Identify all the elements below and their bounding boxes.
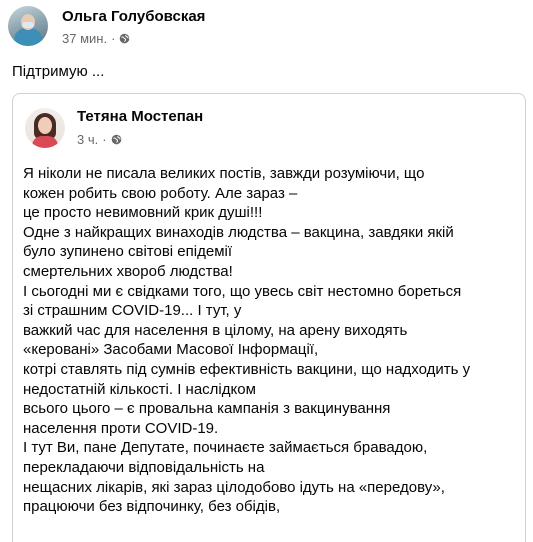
- facebook-post: Ольга Голубовская 37 мин. · Підтримую ..…: [0, 0, 533, 542]
- text-line: зі страшним COVID-19... І тут, у: [23, 302, 242, 320]
- text-line: важкий час для населення в цілому, на ар…: [23, 321, 408, 339]
- text-line: всього цього – є провальна кампанія з ва…: [23, 400, 391, 418]
- text-line: Я ніколи не писала великих постів, завжд…: [23, 165, 425, 182]
- text-line: смертельних хвороб людства!: [23, 262, 233, 280]
- shared-author-name[interactable]: Тетяна Мостепан: [77, 108, 203, 125]
- text-line: Одне з найкращих винаходів людства – вак…: [23, 223, 454, 241]
- text-line: котрі ставлять під сумнів ефективність в…: [23, 360, 471, 378]
- text-line: недостатній кількості. І наслідком: [23, 380, 256, 398]
- text-line: це просто невимовний крик душі!!!: [23, 204, 263, 222]
- shared-post-text: Я ніколи не писала великих постів, завжд…: [23, 164, 519, 517]
- post-caption: Підтримую ...: [12, 63, 105, 80]
- meta-separator: ·: [102, 132, 107, 147]
- globe-icon: [111, 134, 121, 145]
- shared-author-avatar[interactable]: [25, 108, 65, 148]
- author-avatar[interactable]: [8, 6, 48, 46]
- avatar-face: [38, 117, 52, 134]
- text-line: кожен робить свою роботу. Але зараз –: [23, 184, 298, 202]
- text-line: І сьогодні ми є свідками того, що увесь …: [23, 282, 462, 300]
- shared-post-meta: 3 ч. ·: [77, 132, 122, 147]
- avatar-top: [32, 136, 58, 148]
- text-line: перекладаючи відповідальність на: [23, 458, 265, 476]
- text-line: було зупинено світові епідемії: [23, 243, 233, 261]
- shared-post-timestamp[interactable]: 3 ч.: [77, 132, 98, 147]
- meta-separator: ·: [111, 31, 116, 46]
- post-meta: 37 мин. ·: [62, 31, 130, 46]
- text-line: І тут Ви, пане Депутате, починаєте займа…: [23, 439, 428, 457]
- text-line: «керовані» Засобами Масової Інформації,: [23, 341, 319, 359]
- text-line: нещасних лікарів, які зараз цілодобово і…: [23, 478, 445, 496]
- globe-icon: [120, 33, 130, 44]
- text-line: населення проти COVID-19.: [23, 419, 219, 437]
- avatar-coat: [14, 28, 42, 46]
- post-author-name[interactable]: Ольга Голубовская: [62, 8, 205, 25]
- shared-post[interactable]: Тетяна Мостепан 3 ч. · Я ніколи не писал…: [12, 93, 526, 542]
- avatar-mask: [22, 22, 34, 28]
- post-timestamp[interactable]: 37 мин.: [62, 31, 107, 46]
- text-line: працюючи без відпочинку, без обідів,: [23, 498, 281, 516]
